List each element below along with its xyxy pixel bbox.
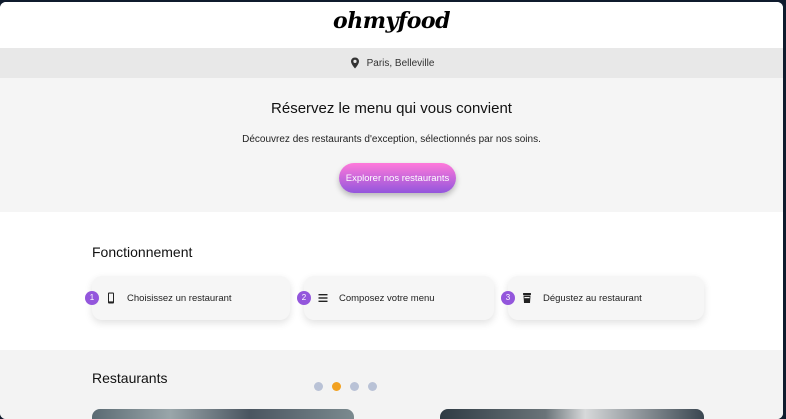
list-icon — [318, 294, 328, 302]
explore-restaurants-button[interactable]: Explorer nos restaurants — [339, 163, 456, 193]
step-label: Composez votre menu — [339, 292, 435, 304]
step-label: Dégustez au restaurant — [543, 292, 642, 304]
step-card: 2 Composez votre menu — [297, 276, 494, 320]
step-number: 3 — [501, 291, 515, 305]
step-label: Choisissez un restaurant — [127, 292, 232, 304]
step-number: 2 — [297, 291, 311, 305]
steps-list: 1 Choisissez un restaurant 2 Composez vo… — [85, 276, 712, 322]
carousel-dot[interactable] — [350, 382, 359, 391]
location-text: Paris, Belleville — [366, 57, 435, 69]
carousel-dot[interactable] — [314, 382, 323, 391]
mobile-phone-icon — [108, 292, 114, 304]
browser-viewport: ohmyfood Paris, Belleville Réservez le m… — [0, 2, 783, 419]
hero-section: Réservez le menu qui vous convient Décou… — [0, 78, 783, 212]
step-card: 3 Dégustez au restaurant — [501, 276, 704, 320]
hero-title: Réservez le menu qui vous convient — [271, 100, 512, 117]
site-header: ohmyfood — [0, 2, 783, 48]
cup-icon — [523, 293, 531, 303]
step-number: 1 — [85, 291, 99, 305]
carousel-indicators — [314, 382, 377, 391]
location-pin-icon — [350, 57, 359, 69]
restaurants-title: Restaurants — [92, 370, 168, 386]
location-bar: Paris, Belleville — [0, 48, 783, 78]
hero-subtitle: Découvrez des restaurants d'exception, s… — [242, 134, 541, 145]
site-logo[interactable]: ohmyfood — [0, 8, 783, 34]
carousel-dot-active[interactable] — [332, 382, 341, 391]
restaurant-card-image[interactable] — [92, 409, 354, 419]
restaurant-card-image[interactable] — [440, 409, 704, 419]
carousel-dot[interactable] — [368, 382, 377, 391]
step-card: 1 Choisissez un restaurant — [85, 276, 290, 320]
fonctionnement-title: Fonctionnement — [92, 244, 193, 260]
